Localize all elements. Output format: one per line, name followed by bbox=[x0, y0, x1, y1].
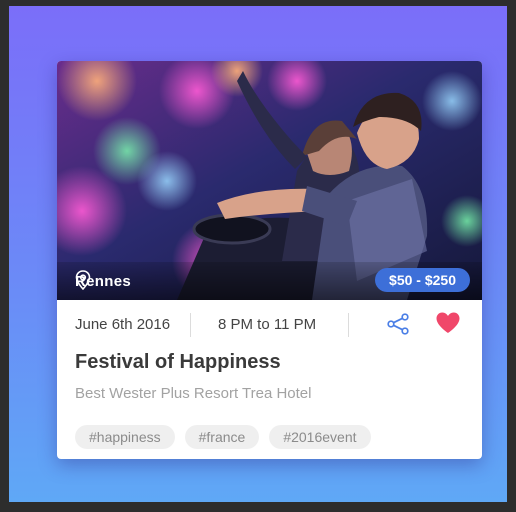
background-frame: Rennes $50 - $250 June 6th 2016 8 PM to … bbox=[9, 6, 507, 502]
heart-icon[interactable] bbox=[435, 311, 461, 335]
share-icon[interactable] bbox=[386, 312, 410, 336]
tag-chip[interactable]: #2016event bbox=[269, 425, 371, 449]
event-venue: Best Wester Plus Resort Trea Hotel bbox=[75, 385, 312, 402]
event-card[interactable]: Rennes $50 - $250 June 6th 2016 8 PM to … bbox=[57, 61, 482, 459]
event-location: Rennes bbox=[75, 270, 131, 292]
tag-chip[interactable]: #france bbox=[184, 425, 260, 449]
event-meta-row: June 6th 2016 8 PM to 11 PM bbox=[57, 300, 482, 350]
event-title[interactable]: Festival of Happiness bbox=[75, 351, 281, 374]
event-hero-image: Rennes $50 - $250 bbox=[57, 61, 482, 300]
divider bbox=[348, 313, 349, 337]
tag-list: #happiness #france #2016event bbox=[75, 425, 381, 449]
map-pin-icon bbox=[75, 270, 91, 290]
tag-chip[interactable]: #happiness bbox=[75, 425, 175, 449]
event-time: 8 PM to 11 PM bbox=[218, 316, 317, 333]
price-badge: $50 - $250 bbox=[375, 268, 470, 292]
event-date: June 6th 2016 bbox=[75, 316, 171, 333]
divider bbox=[190, 313, 191, 337]
